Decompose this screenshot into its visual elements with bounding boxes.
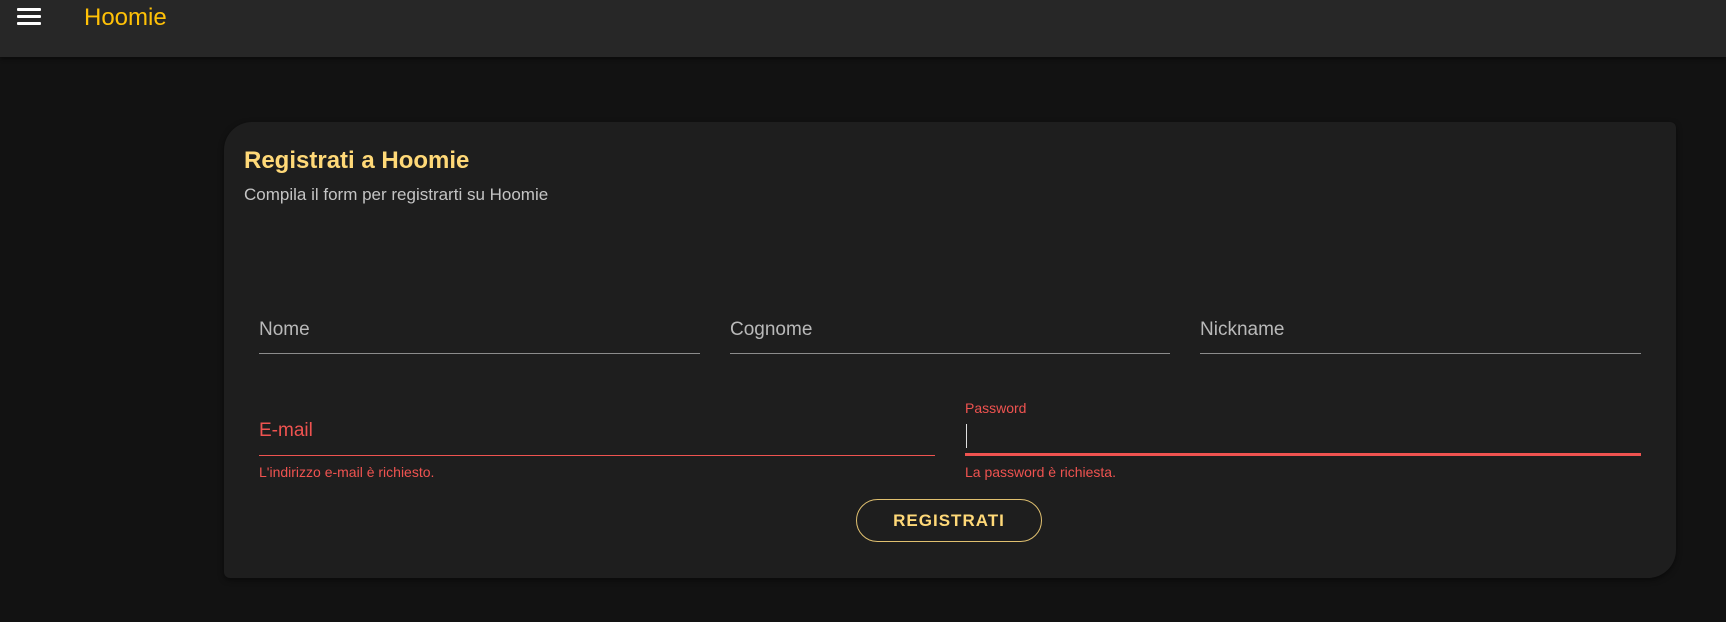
password-underline bbox=[965, 453, 1641, 456]
password-label: Password bbox=[965, 400, 1027, 416]
nickname-label: Nickname bbox=[1200, 319, 1285, 340]
cognome-underline bbox=[730, 353, 1170, 354]
password-text-cursor bbox=[966, 424, 967, 448]
cognome-label: Cognome bbox=[730, 319, 813, 340]
nome-label: Nome bbox=[259, 319, 310, 340]
nickname-underline bbox=[1200, 353, 1641, 354]
password-field[interactable]: Password La password è richiesta. bbox=[965, 397, 1641, 480]
card-title: Registrati a Hoomie bbox=[244, 147, 470, 174]
password-error-message: La password è richiesta. bbox=[965, 464, 1116, 480]
email-label: E-mail bbox=[259, 420, 313, 441]
hamburger-menu-icon[interactable] bbox=[12, 2, 46, 32]
cognome-field[interactable]: Cognome bbox=[730, 307, 1170, 369]
card-subtitle: Compila il form per registrarti su Hoomi… bbox=[244, 185, 549, 204]
top-app-bar: Hoomie bbox=[0, 0, 1726, 57]
register-button[interactable]: REGISTRATI bbox=[856, 499, 1042, 542]
registration-card: Registrati a Hoomie Compila il form per … bbox=[224, 122, 1676, 578]
nome-underline bbox=[259, 353, 700, 354]
email-field[interactable]: E-mail L'indirizzo e-mail è richiesto. bbox=[259, 397, 935, 480]
email-error-message: L'indirizzo e-mail è richiesto. bbox=[259, 464, 435, 480]
nickname-field[interactable]: Nickname bbox=[1200, 307, 1641, 369]
app-title[interactable]: Hoomie bbox=[84, 3, 167, 33]
email-underline bbox=[259, 455, 935, 456]
nome-field[interactable]: Nome bbox=[259, 307, 700, 369]
